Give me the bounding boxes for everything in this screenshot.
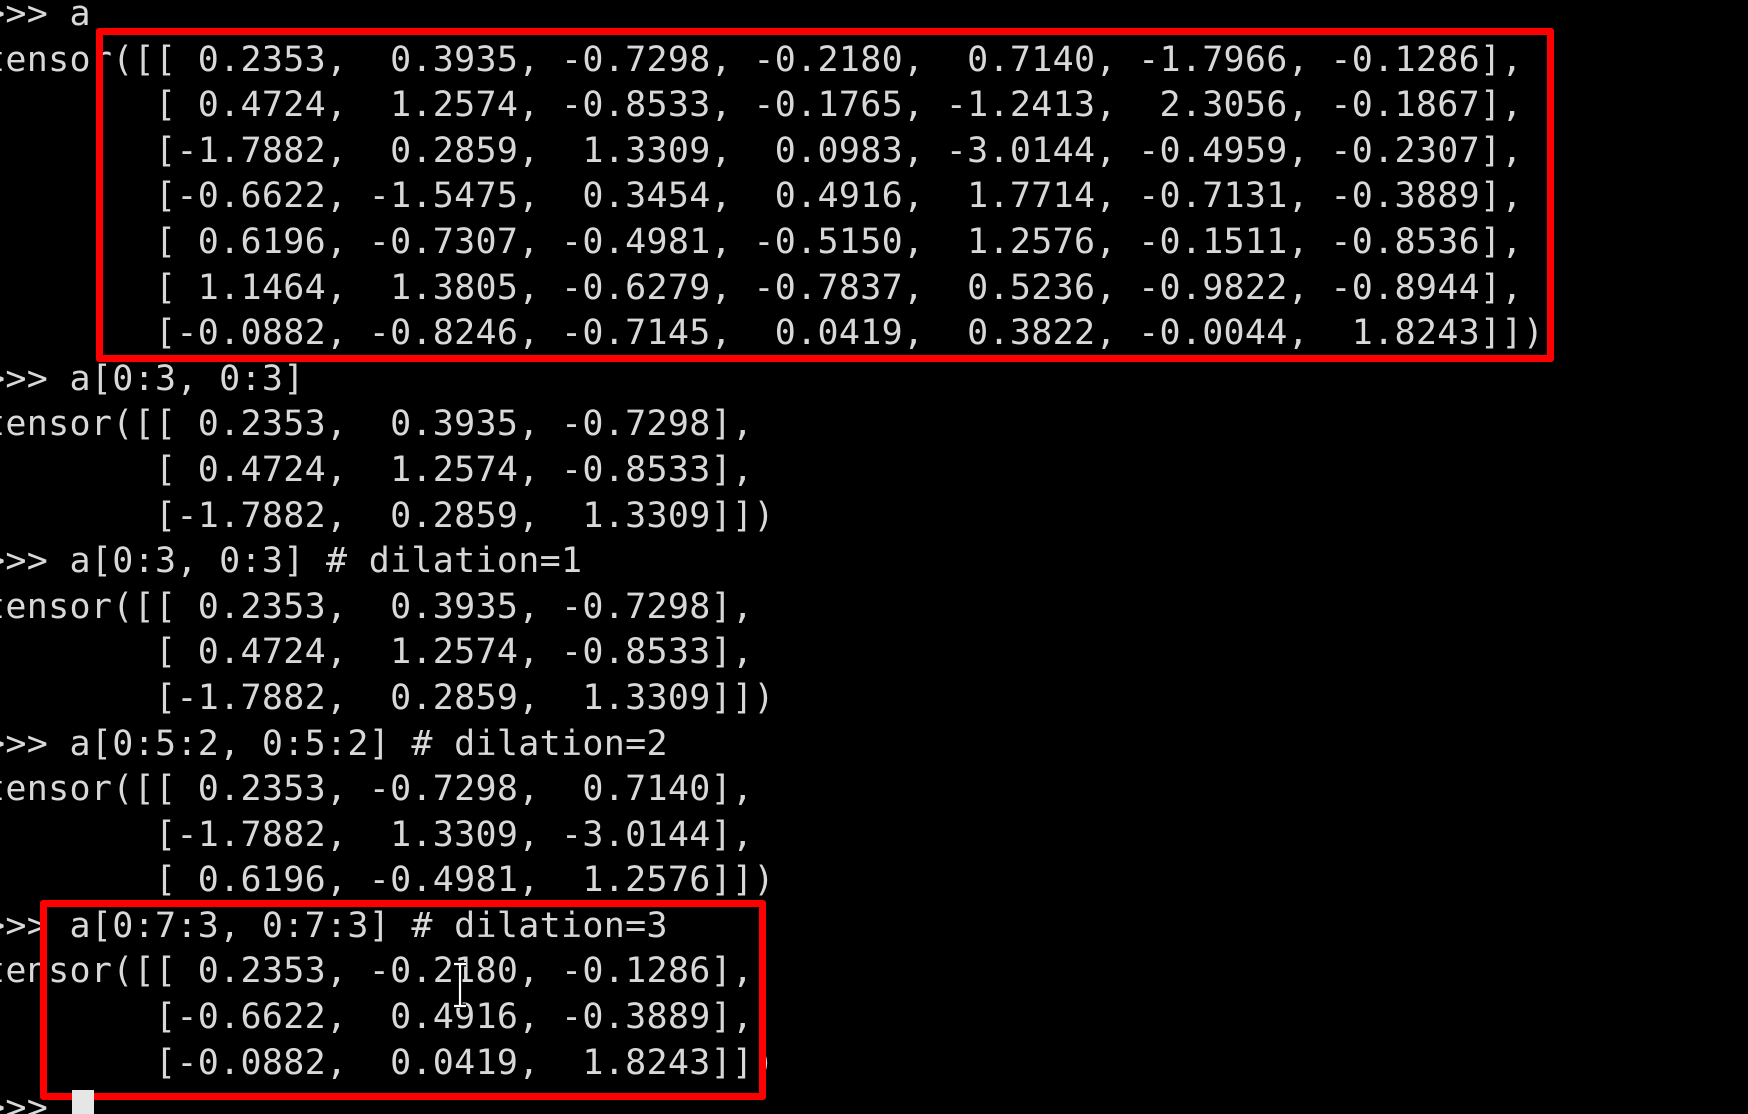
terminal-line: tensor([[ 0.2353, 0.3935, -0.7298, -0.21… — [0, 39, 1523, 80]
terminal-line-current-prompt[interactable]: >>> — [0, 1086, 1544, 1114]
terminal-line: [-1.7882, 0.2859, 1.3309]]) — [0, 677, 775, 718]
terminal-line-prompt-dilation-3: >>> a[0:7:3, 0:7:3] # dilation=3 — [0, 905, 668, 946]
terminal-line: [ 0.4724, 1.2574, -0.8533, -0.1765, -1.2… — [0, 85, 1523, 126]
terminal-line: [-0.0882, 0.0419, 1.8243]]) — [0, 1042, 775, 1083]
terminal-line: [ 0.4724, 1.2574, -0.8533], — [0, 632, 754, 673]
text-ibeam-cursor-icon — [454, 962, 466, 1008]
terminal-line-prompt-dilation-2: >>> a[0:5:2, 0:5:2] # dilation=2 — [0, 723, 668, 764]
terminal-line: [ 0.4724, 1.2574, -0.8533], — [0, 449, 754, 490]
terminal-line-prompt-slice: >>> a[0:3, 0:3] — [0, 358, 305, 399]
terminal-line: [-1.7882, 0.2859, 1.3309, 0.0983, -3.014… — [0, 130, 1523, 171]
terminal-line-prompt-a: >>> a — [0, 0, 91, 34]
terminal-line: [-0.6622, 0.4916, -0.3889], — [0, 997, 754, 1038]
terminal-line-prompt-dilation-1: >>> a[0:3, 0:3] # dilation=1 — [0, 541, 583, 582]
terminal-line: tensor([[ 0.2353, -0.7298, 0.7140], — [0, 769, 754, 810]
terminal-line: tensor([[ 0.2353, 0.3935, -0.7298], — [0, 404, 754, 445]
text-cursor-block — [72, 1090, 94, 1114]
terminal-line: tensor([[ 0.2353, -0.2180, -0.1286], — [0, 951, 754, 992]
terminal-line: [ 0.6196, -0.4981, 1.2576]]) — [0, 860, 775, 901]
terminal-line: [ 0.6196, -0.7307, -0.4981, -0.5150, 1.2… — [0, 221, 1523, 262]
terminal-output: >>> a tensor([[ 0.2353, 0.3935, -0.7298, … — [0, 0, 1544, 1114]
terminal-line: [-1.7882, 0.2859, 1.3309]]) — [0, 495, 775, 536]
terminal-line: tensor([[ 0.2353, 0.3935, -0.7298], — [0, 586, 754, 627]
terminal-window[interactable]: >>> a tensor([[ 0.2353, 0.3935, -0.7298, … — [0, 0, 1748, 1114]
terminal-line: [ 1.1464, 1.3805, -0.6279, -0.7837, 0.52… — [0, 267, 1523, 308]
terminal-line: [-0.0882, -0.8246, -0.7145, 0.0419, 0.38… — [0, 313, 1545, 354]
terminal-line: [-1.7882, 1.3309, -3.0144], — [0, 814, 754, 855]
terminal-line: [-0.6622, -1.5475, 0.3454, 0.4916, 1.771… — [0, 176, 1523, 217]
